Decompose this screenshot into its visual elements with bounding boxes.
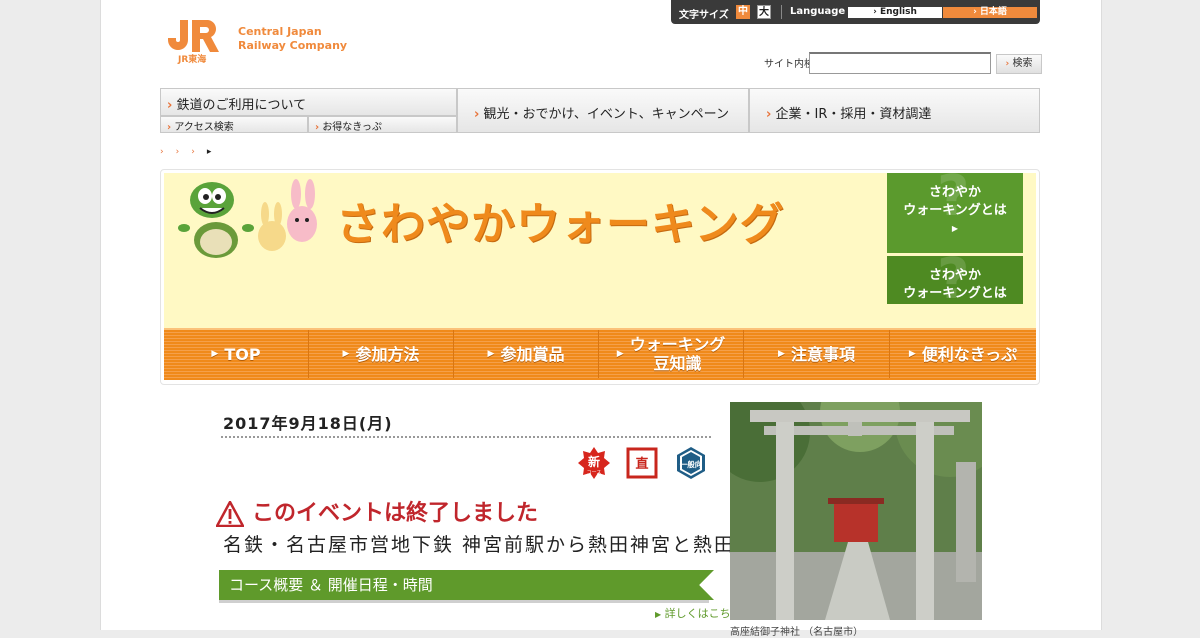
company-name: Central Japan Railway Company bbox=[238, 25, 347, 53]
search-button[interactable]: › 検索 bbox=[996, 54, 1042, 74]
about-walking-line2: ウォーキングとは bbox=[903, 203, 1007, 218]
tab-label: 参加方法 bbox=[355, 344, 420, 364]
search-button-label: 検索 bbox=[1012, 58, 1033, 69]
event-date: 2017年9月18日(月) bbox=[223, 414, 393, 433]
nav-access-label: アクセス検索 bbox=[174, 122, 234, 133]
shrine-photo bbox=[730, 402, 982, 620]
english-button[interactable]: › English bbox=[848, 7, 942, 18]
triangle-right-icon: ▶ bbox=[616, 348, 624, 359]
nav-tourism-label: 観光・おでかけ、イベント、キャンペーン bbox=[483, 107, 729, 122]
japanese-label: 日本語 bbox=[979, 7, 1007, 17]
svg-text:新: 新 bbox=[588, 454, 600, 469]
company-name-line2: Railway Company bbox=[238, 39, 348, 52]
about-walking-line2: ウォーキングとは bbox=[903, 286, 1007, 301]
chevron-right-icon: › bbox=[315, 122, 320, 133]
play-triangle-icon: ▶ bbox=[951, 224, 959, 233]
font-size-medium-button[interactable]: 中 bbox=[736, 5, 750, 19]
svg-text:直: 直 bbox=[635, 456, 648, 472]
main-nav: › 鉄道のご利用について › アクセス検索 › お得なきっぷ › 観光・おでかけ… bbox=[160, 88, 1040, 133]
triangle-right-icon: ▶ bbox=[211, 348, 219, 359]
tab-how-to-join[interactable]: ▶ 参加方法 bbox=[309, 330, 454, 378]
photo-caption: 高座結御子神社 （名古屋市） bbox=[730, 627, 864, 638]
event-ended-text: このイベントは終了しました bbox=[252, 501, 539, 526]
chevron-right-icon: › bbox=[766, 107, 772, 122]
new-course-badge-icon: 新 コース bbox=[578, 447, 610, 479]
walking-tabs: ▶ TOP ▶ 参加方法 ▶ 参加賞品 ▶ ウォーキング 豆知識 ▶ 注意事項 ▶ 便利なき… bbox=[164, 328, 1036, 380]
jr-logo-mark-icon bbox=[168, 20, 219, 52]
more-details-link[interactable]: ▶ 詳しくはこちら bbox=[655, 605, 742, 621]
section-shadow bbox=[219, 600, 709, 603]
divider bbox=[781, 5, 782, 19]
tab-top[interactable]: ▶ TOP bbox=[164, 330, 309, 378]
tab-label: ウォーキング 豆知識 bbox=[629, 335, 726, 373]
warning-icon bbox=[216, 501, 244, 527]
nav-discount-tickets[interactable]: › お得なきっぷ bbox=[308, 116, 457, 133]
nav-corporate[interactable]: › 企業・IR・採用・資材調達 bbox=[749, 88, 1040, 133]
direct-badge-icon: 直 bbox=[626, 447, 658, 479]
language-label: Language bbox=[790, 6, 846, 17]
torii-gate-image bbox=[730, 402, 982, 620]
chevron-right-icon: › bbox=[1005, 59, 1010, 69]
breadcrumb: ›››▸ bbox=[160, 147, 223, 157]
breadcrumb-arrow-icon[interactable]: › bbox=[160, 147, 176, 157]
tab-walking-tips[interactable]: ▶ ウォーキング 豆知識 bbox=[599, 330, 744, 378]
logo-sub-text: JR東海 bbox=[178, 55, 207, 65]
search-input[interactable] bbox=[809, 52, 991, 74]
chevron-right-icon: › bbox=[474, 107, 480, 122]
dotted-divider bbox=[221, 436, 711, 438]
triangle-right-icon: ▶ bbox=[655, 610, 662, 619]
english-label: English bbox=[879, 7, 917, 17]
triangle-right-icon: ▶ bbox=[908, 348, 916, 359]
tab-prizes[interactable]: ▶ 参加賞品 bbox=[454, 330, 599, 378]
about-walking-button-2[interactable]: ? さわやか ウォーキングとは bbox=[887, 256, 1023, 304]
japanese-button[interactable]: › 日本語 bbox=[943, 7, 1037, 18]
banner-title: さわやかウォーキング bbox=[336, 199, 785, 250]
svg-text:コース: コース bbox=[587, 470, 602, 476]
font-size-label: 文字サイズ bbox=[679, 10, 729, 21]
breadcrumb-current-icon: ▸ bbox=[206, 147, 224, 157]
breadcrumb-arrow-icon[interactable]: › bbox=[176, 147, 192, 157]
about-walking-button-1[interactable]: ? さわやか ウォーキングとは ▶ bbox=[887, 173, 1023, 253]
mascot-characters-icon bbox=[178, 179, 317, 258]
svg-text:一般向: 一般向 bbox=[680, 459, 703, 469]
nav-railway[interactable]: › 鉄道のご利用について bbox=[160, 88, 457, 116]
nav-tickets-label: お得なきっぷ bbox=[322, 122, 382, 133]
about-walking-line1: さわやか bbox=[928, 185, 981, 200]
nav-railway-label: 鉄道のご利用について bbox=[176, 98, 307, 113]
company-name-line1: Central Japan bbox=[238, 25, 322, 38]
about-walking-line1: さわやか bbox=[928, 268, 981, 283]
breadcrumb-arrow-icon[interactable]: › bbox=[191, 147, 207, 157]
triangle-right-icon: ▶ bbox=[342, 348, 350, 359]
nav-access-search[interactable]: › アクセス検索 bbox=[160, 116, 308, 133]
utility-bar: 文字サイズ 中 大 Language › English › 日本語 bbox=[671, 0, 1040, 24]
tab-useful-tickets[interactable]: ▶ 便利なきっぷ bbox=[890, 330, 1036, 378]
tab-label: 参加賞品 bbox=[500, 344, 565, 364]
nav-tourism[interactable]: › 観光・おでかけ、イベント、キャンペーン bbox=[457, 88, 749, 133]
tab-notes[interactable]: ▶ 注意事項 bbox=[744, 330, 890, 378]
general-badge-icon: 一般向 bbox=[677, 447, 705, 479]
triangle-right-icon: ▶ bbox=[487, 348, 495, 359]
tab-label: 便利なきっぷ bbox=[921, 344, 1018, 364]
event-ended-notice: このイベントは終了しました bbox=[216, 495, 538, 527]
font-size-large-button[interactable]: 大 bbox=[757, 5, 771, 19]
tab-label: 注意事項 bbox=[790, 344, 855, 364]
tab-label: TOP bbox=[224, 344, 261, 364]
triangle-right-icon: ▶ bbox=[778, 348, 785, 359]
chevron-right-icon: › bbox=[167, 122, 172, 133]
chevron-right-icon: › bbox=[167, 98, 173, 113]
nav-corporate-label: 企業・IR・採用・資材調達 bbox=[775, 107, 932, 122]
section-header: コース概要 ＆ 開催日程・時間 bbox=[219, 570, 714, 600]
